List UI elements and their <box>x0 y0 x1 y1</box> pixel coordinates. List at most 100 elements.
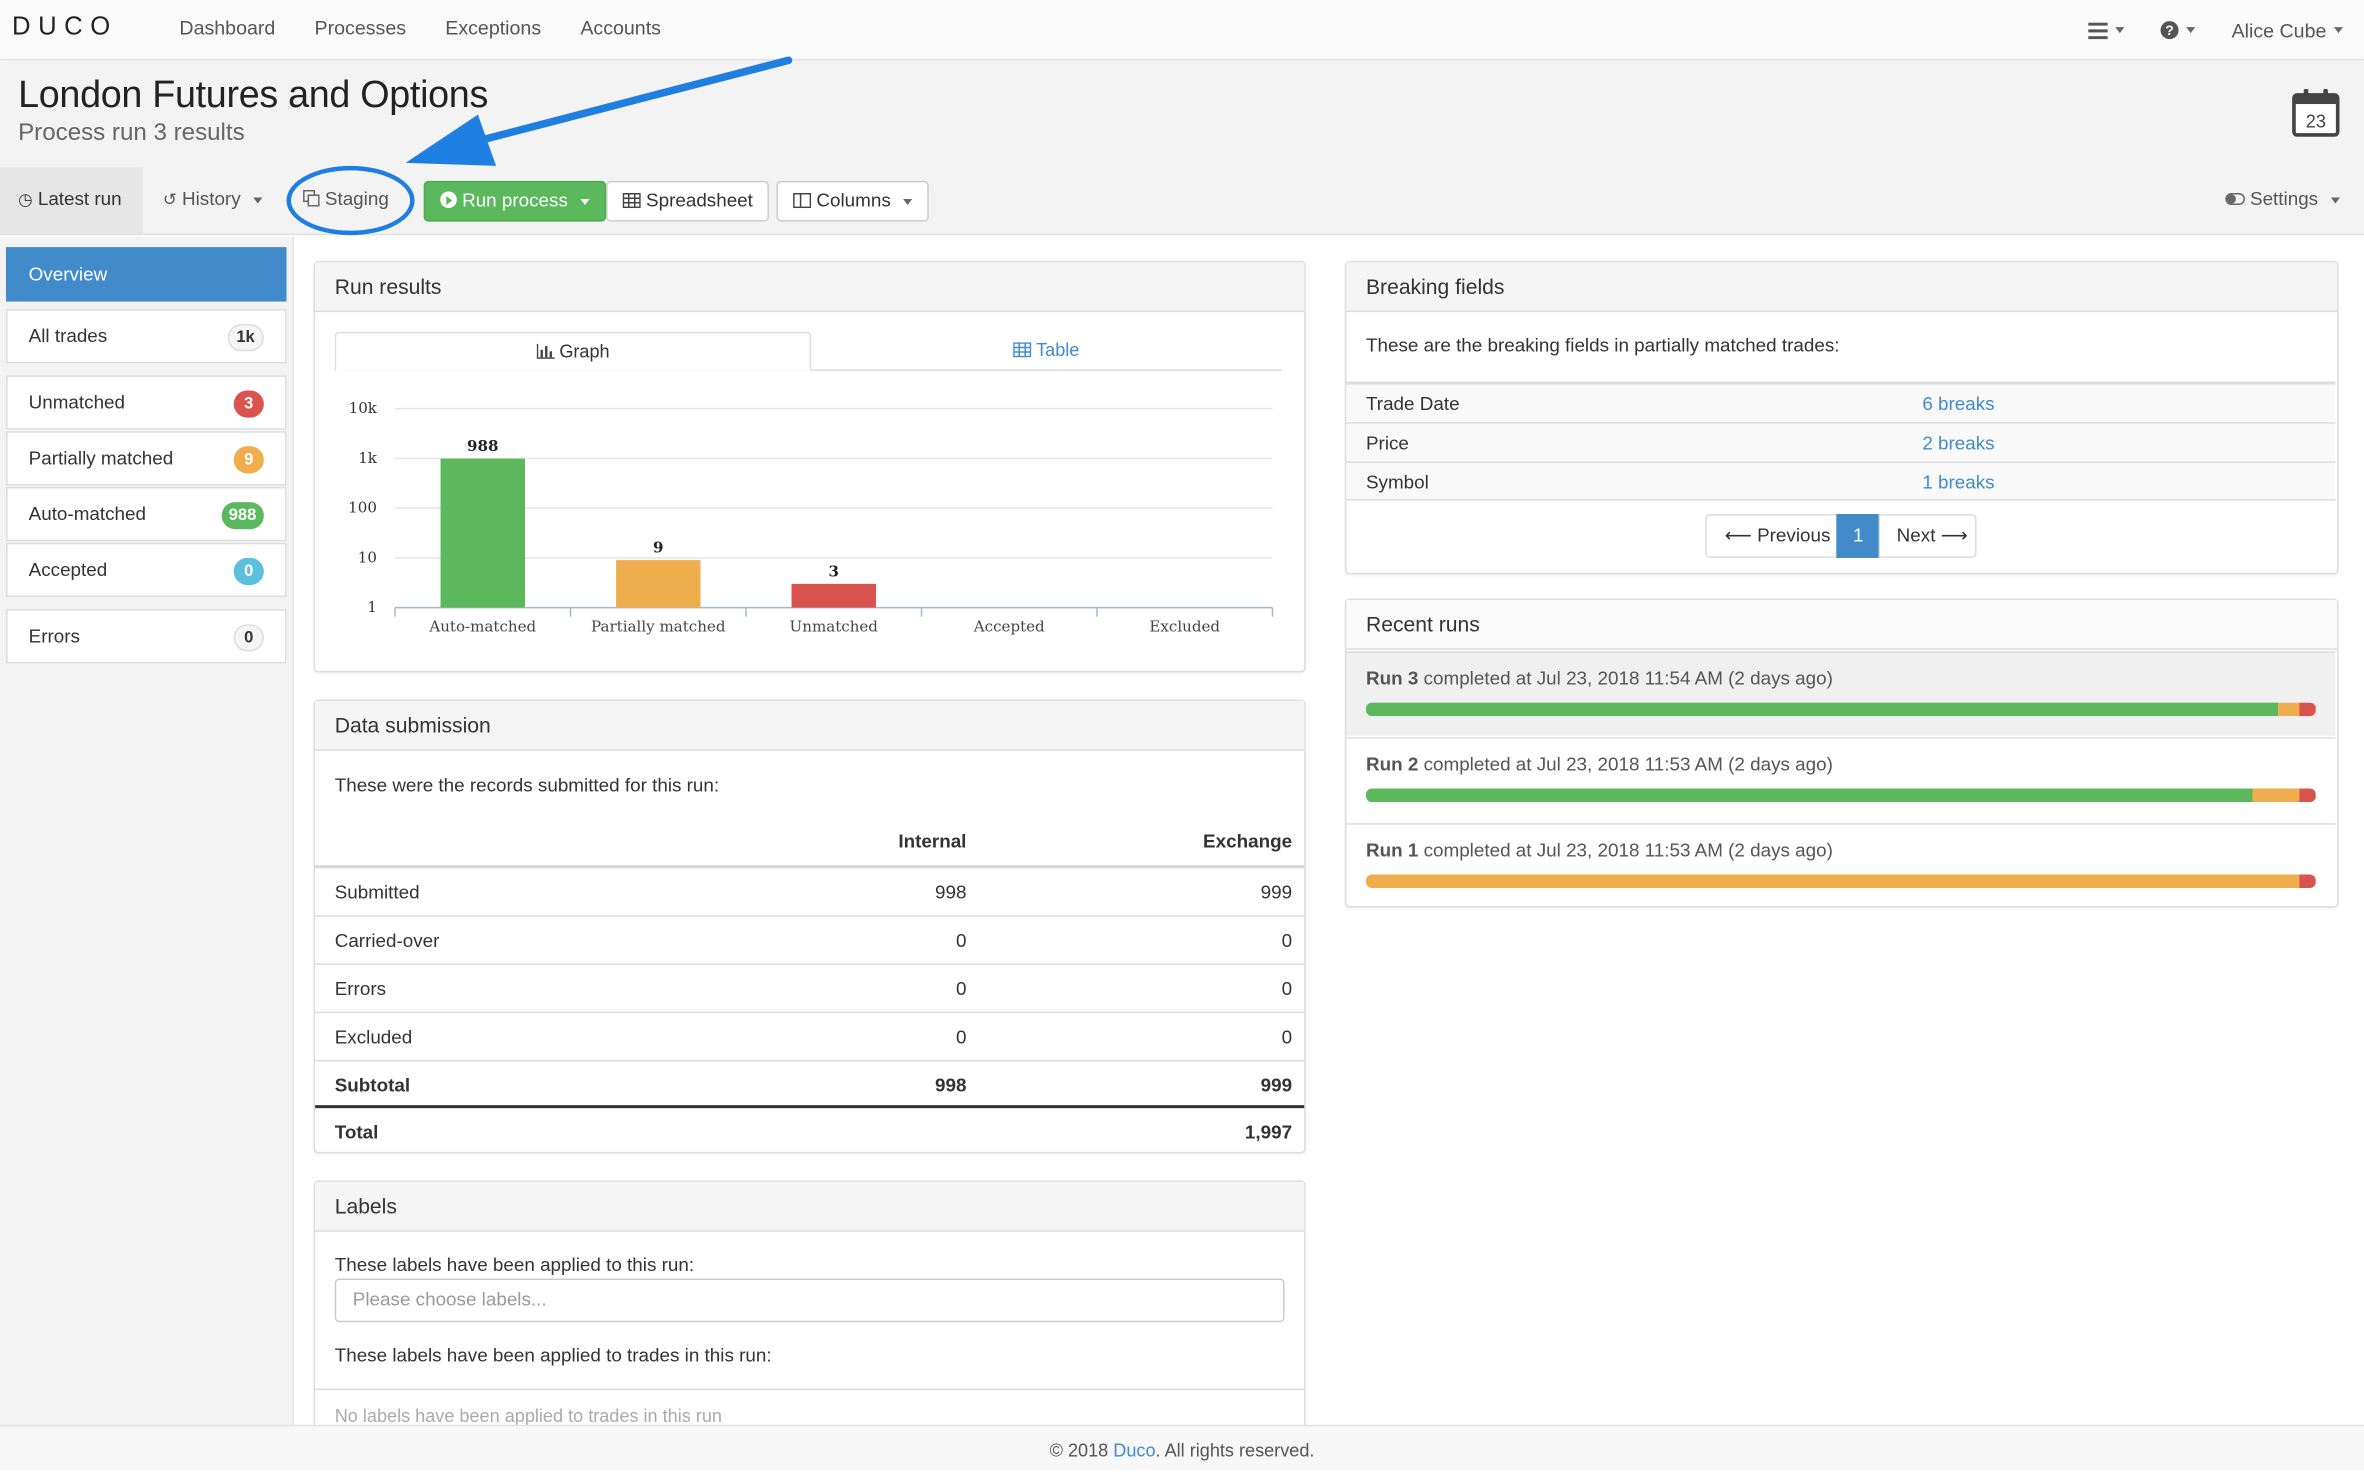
breaking-fields-intro: These are the breaking fields in partial… <box>1365 334 1840 356</box>
data-label: 3 <box>829 562 839 580</box>
exchange-value: 0 <box>1281 1026 1293 1048</box>
tab-table[interactable]: Table <box>811 332 1281 371</box>
chevron-down-icon <box>903 198 913 205</box>
subtotal-row: Subtotal 998 999 <box>315 1059 1305 1109</box>
bar-auto-matched <box>440 458 525 608</box>
run-text: Run 2 completed at Jul 23, 2018 11:53 AM… <box>1366 754 1833 775</box>
nav-processes[interactable]: Processes <box>295 0 426 60</box>
recent-runs-panel: Recent runs Run 3 completed at Jul 23, 2… <box>1344 598 2339 908</box>
exchange-value: 999 <box>1260 882 1293 904</box>
data-label: 9 <box>653 539 663 557</box>
column-header-exchange: Exchange <box>1203 830 1293 852</box>
run-name: Run 2 <box>1365 753 1419 775</box>
run-progress-bar <box>1365 788 2316 803</box>
columns-label: Columns <box>816 189 891 212</box>
tab-history-label: History <box>181 188 241 210</box>
sidebar-item-accepted[interactable]: Accepted 0 <box>6 542 287 598</box>
sidebar-item-unmatched[interactable]: Unmatched 3 <box>6 375 287 430</box>
sidebar-item-label: All trades <box>28 325 108 347</box>
auto-matched-segment <box>1365 702 2279 717</box>
count-badge: 1k <box>227 324 264 352</box>
run-item-1[interactable]: Run 1 completed at Jul 23, 2018 11:53 AM… <box>1346 823 2336 907</box>
sidebar-item-label: Partially matched <box>28 447 174 469</box>
row-label: Subtotal <box>334 1074 411 1097</box>
total-value: 1,997 <box>1244 1121 1293 1143</box>
sidebar-item-overview[interactable]: Overview <box>6 247 287 302</box>
nav-dashboard[interactable]: Dashboard <box>160 0 295 60</box>
run-results-panel: Run results Graph Table 10k 1k 100 10 1 988 Au… <box>313 260 1306 673</box>
tab-latest-run[interactable]: ◷ Latest run <box>0 167 144 234</box>
y-tick-label: 100 <box>348 499 377 517</box>
internal-value: 0 <box>955 1026 967 1048</box>
main-nav: Dashboard Processes Exceptions Accounts <box>160 0 681 60</box>
tab-history[interactable]: ↺ History <box>145 167 281 233</box>
clock-icon: ◷ <box>18 191 33 210</box>
labels-input[interactable]: Please choose labels... <box>334 1278 1285 1323</box>
sidebar-item-label: Unmatched <box>28 392 126 414</box>
help-dropdown[interactable]: ? <box>2160 21 2196 40</box>
panel-title: Data submission <box>315 701 1305 751</box>
table-row: Price 2 breaks <box>1346 422 2336 463</box>
pagination-next[interactable]: Next ⟶ <box>1878 514 1977 558</box>
page-subtitle: Process run 3 results <box>18 120 245 147</box>
sidebar-item-label: Accepted <box>28 559 108 581</box>
footer: © 2018 Duco. All rights reserved. <box>0 1424 2364 1471</box>
main-menu-dropdown[interactable] <box>2088 21 2125 39</box>
partial-segment <box>2252 788 2299 803</box>
table-row: Carried-over 0 0 <box>315 915 1305 963</box>
tab-graph[interactable]: Graph <box>334 331 812 371</box>
tab-graph-label: Graph <box>559 340 610 362</box>
exchange-value: 0 <box>1281 978 1293 1000</box>
row-label: Carried-over <box>334 930 440 952</box>
y-tick-label: 1 <box>367 598 377 616</box>
sidebar-item-all-trades[interactable]: All trades 1k <box>6 309 287 364</box>
count-badge: 9 <box>233 446 264 474</box>
tab-latest-run-label: Latest run <box>37 188 122 210</box>
panel-title: Breaking fields <box>1346 262 2337 313</box>
settings-dropdown[interactable]: Settings <box>2207 167 2358 233</box>
breaks-link[interactable]: 1 breaks <box>1922 463 1994 502</box>
nav-right: ? Alice Cube <box>2052 0 2343 60</box>
x-tick-label: Accepted <box>973 618 1045 636</box>
sidebar-item-auto-matched[interactable]: Auto-matched 988 <box>6 486 287 542</box>
x-tick-label: Partially matched <box>591 618 726 636</box>
chevron-down-icon <box>2186 27 2196 34</box>
sidebar-item-errors[interactable]: Errors 0 <box>6 609 287 664</box>
run-name: Run 1 <box>1365 839 1419 861</box>
data-submission-table: Internal Exchange Submitted 998 999 Carr… <box>315 817 1305 1156</box>
nav-exceptions[interactable]: Exceptions <box>426 0 561 60</box>
bar-partially-matched <box>616 560 701 608</box>
count-badge: 0 <box>233 624 264 652</box>
table-row: Symbol 1 breaks <box>1346 461 2336 502</box>
pagination-previous-label: Previous <box>1757 524 1831 546</box>
chevron-down-icon <box>2330 197 2340 204</box>
table-icon <box>622 192 641 209</box>
run-item-3[interactable]: Run 3 completed at Jul 23, 2018 11:54 AM… <box>1346 651 2336 736</box>
calendar-icon[interactable]: 23 <box>2292 87 2340 137</box>
breaks-link[interactable]: 6 breaks <box>1922 384 1994 423</box>
bar-chart-icon <box>536 343 555 359</box>
pagination-previous[interactable]: ⟵ Previous <box>1705 514 1838 558</box>
table-row: Excluded 0 0 <box>315 1011 1305 1060</box>
footer-copyright: © 2018 <box>1049 1439 1114 1461</box>
breaks-link[interactable]: 2 breaks <box>1922 424 1994 463</box>
unmatched-segment <box>2298 788 2316 803</box>
run-item-2[interactable]: Run 2 completed at Jul 23, 2018 11:53 AM… <box>1346 737 2336 821</box>
x-tick-label: Auto-matched <box>428 618 536 636</box>
internal-value: 998 <box>934 1074 967 1097</box>
user-menu[interactable]: Alice Cube <box>2232 19 2343 41</box>
calendar-day: 23 <box>2306 111 2326 131</box>
table-header-row: Internal Exchange <box>315 817 1305 867</box>
unmatched-segment <box>2298 702 2316 717</box>
column-header-internal: Internal <box>898 830 967 852</box>
count-badge: 3 <box>233 390 264 418</box>
sidebar: Overview All trades 1k Unmatched 3 Parti… <box>0 236 295 1425</box>
duco-logo[interactable]: DUCO <box>12 12 118 42</box>
nav-accounts[interactable]: Accounts <box>561 0 681 60</box>
internal-value: 0 <box>955 930 967 952</box>
page-header: London Futures and Options Process run 3… <box>0 61 2364 168</box>
spreadsheet-label: Spreadsheet <box>646 189 753 212</box>
sidebar-item-partially-matched[interactable]: Partially matched 9 <box>6 431 287 486</box>
pagination-page-1[interactable]: 1 <box>1836 514 1881 558</box>
footer-duco-link[interactable]: Duco <box>1113 1440 1155 1461</box>
